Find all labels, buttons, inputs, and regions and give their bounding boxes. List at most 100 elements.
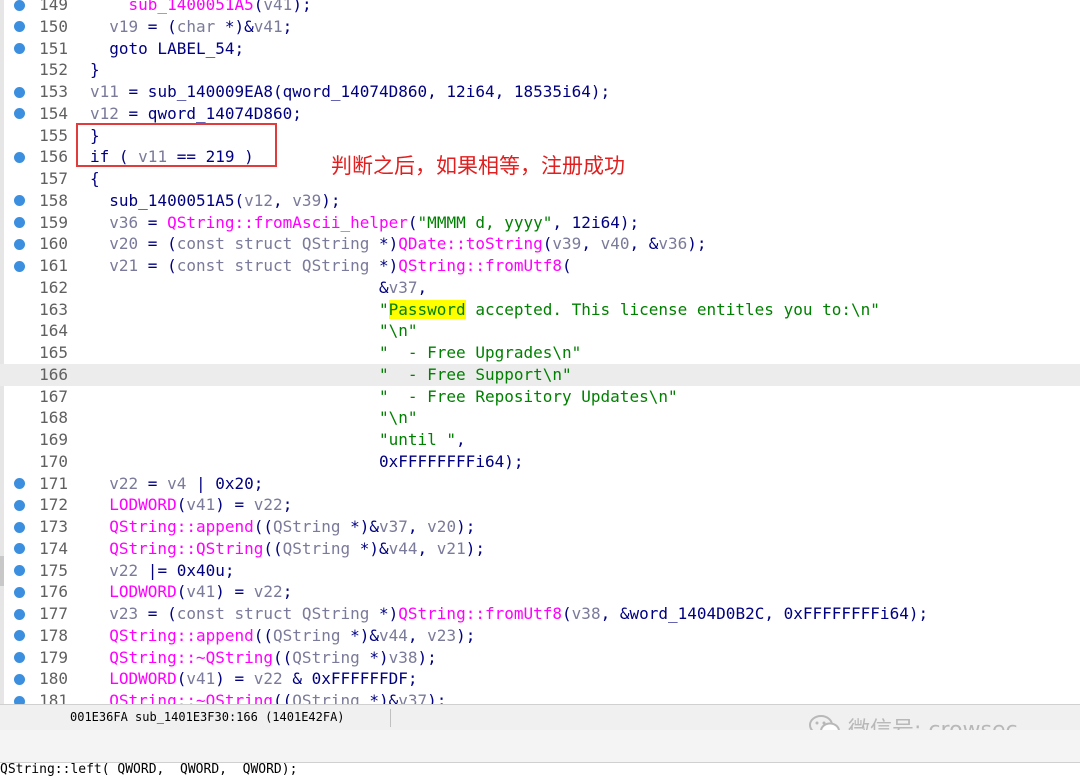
code-line[interactable]: 159 v36 = QString::fromAscii_helper("MMM… — [0, 212, 1080, 234]
code-line[interactable]: 168 "\n" — [0, 407, 1080, 429]
breakpoint-dot-icon[interactable] — [14, 43, 25, 54]
line-number: 155 — [39, 125, 68, 145]
line-number: 166 — [39, 364, 68, 384]
code-line[interactable]: 175 v22 |= 0x40u; — [0, 560, 1080, 582]
code-line[interactable]: 160 v20 = (const struct QString *)QDate:… — [0, 233, 1080, 255]
code-text: QString::~QString((QString *)v38); — [109, 647, 437, 667]
code-line[interactable]: 154 v12 = qword_14074D860; — [0, 103, 1080, 125]
line-number: 152 — [39, 60, 68, 80]
line-number: 174 — [39, 538, 68, 558]
code-text: QString::append((QString *)&v37, v20); — [109, 517, 476, 536]
code-line[interactable]: 181 QString::~QString((QString *)&v37); — [0, 690, 1080, 704]
breakpoint-dot-icon[interactable] — [14, 195, 25, 207]
code-text: v11 = sub_140009EA8(qword_14074D860, 12i… — [90, 82, 611, 101]
line-number: 154 — [39, 103, 68, 123]
line-number: 175 — [39, 560, 68, 580]
code-line[interactable]: 173 QString::append((QString *)&v37, v20… — [0, 516, 1080, 538]
breakpoint-dot-icon[interactable] — [14, 521, 25, 533]
code-text: goto LABEL_54; — [90, 38, 245, 58]
code-line[interactable]: 162 &v37, — [0, 277, 1080, 299]
breakpoint-dot-icon[interactable] — [14, 86, 25, 98]
code-text: "\n" — [378, 321, 418, 341]
breakpoint-dot-icon[interactable] — [14, 260, 25, 272]
line-number: 149 — [39, 0, 68, 14]
breakpoint-dot-icon[interactable] — [14, 108, 25, 120]
line-number: 165 — [39, 343, 68, 362]
breakpoint-dot-icon[interactable] — [14, 238, 25, 250]
breakpoint-dot-icon[interactable] — [14, 0, 25, 11]
line-number: 173 — [39, 517, 68, 536]
annotation-text: 判断之后，如果相等，注册成功 — [331, 154, 625, 178]
code-text: sub_1400051A5(v12, v39); — [90, 190, 341, 210]
breakpoint-dot-icon[interactable] — [14, 499, 25, 511]
code-line[interactable]: 169 "until ", — [0, 429, 1080, 451]
code-line[interactable]: 149 sub_1400051A5(v41); — [0, 0, 1080, 16]
breakpoint-dot-icon[interactable] — [14, 543, 25, 555]
code-line[interactable]: 165 " - Free Upgrades\n" — [0, 342, 1080, 364]
breakpoint-dot-icon[interactable] — [14, 217, 25, 228]
code-text: LODWORD(v41) = v22 & 0xFFFFFFDF; — [109, 669, 418, 689]
code-line[interactable]: 172 LODWORD(v41) = v22; — [0, 494, 1080, 516]
breakpoint-dot-icon[interactable] — [14, 151, 25, 163]
code-line[interactable]: 158 sub_1400051A5(v12, v39); — [0, 190, 1080, 212]
code-text: QString::QString((QString *)&v44, v21); — [109, 538, 485, 558]
code-text: "until ", — [378, 430, 466, 449]
code-line[interactable]: 153 v11 = sub_140009EA8(qword_14074D860, … — [0, 81, 1080, 103]
line-number: 162 — [39, 277, 68, 297]
code-line[interactable]: 180 LODWORD(v41) = v22 & 0xFFFFFFDF; — [0, 668, 1080, 690]
breakpoint-dot-icon[interactable] — [14, 21, 25, 33]
line-number: 172 — [39, 495, 68, 515]
code-text: " - Free Repository Updates\n" — [378, 386, 678, 406]
code-text: sub_1400051A5(v41); — [128, 0, 312, 14]
breakpoint-dot-icon[interactable] — [14, 673, 25, 685]
code-line[interactable]: 166 " - Free Support\n" — [0, 363, 1080, 386]
breakpoint-dot-icon[interactable] — [14, 695, 25, 704]
status-address: 001E36FA sub_1401E3F30:166 (1401E42FA) — [70, 710, 345, 724]
code-line[interactable]: 171 v22 = v4 | 0x20; — [0, 473, 1080, 495]
code-line[interactable]: 161 v21 = (const struct QString *)QStrin… — [0, 255, 1080, 277]
line-number: 157 — [39, 169, 68, 188]
code-line[interactable]: 164 "\n" — [0, 320, 1080, 342]
line-number: 170 — [39, 451, 68, 471]
code-line[interactable]: 152} — [0, 59, 1080, 81]
code-text: QString::~QString((QString *)&v37); — [109, 691, 447, 704]
code-line[interactable]: 177 v23 = (const struct QString *)QStrin… — [0, 603, 1080, 625]
line-number: 169 — [39, 430, 68, 449]
pseudocode-editor[interactable]: 149 sub_1400051A5(v41); 150 v19 = (char *… — [0, 0, 1080, 704]
status-separator — [390, 709, 391, 727]
output-window: QString::left( QWORD, QWORD, QWORD); — [0, 762, 1080, 777]
line-number: 171 — [39, 473, 68, 493]
code-line[interactable]: 170 0xFFFFFFFFi64); — [0, 451, 1080, 473]
code-line[interactable]: 179 QString::~QString((QString *)v38); — [0, 647, 1080, 669]
code-line[interactable]: 178 QString::append((QString *)&v44, v23… — [0, 625, 1080, 647]
code-text: v22 = v4 | 0x20; — [109, 473, 264, 493]
code-text: "\n" — [378, 408, 418, 428]
code-text: LODWORD(v41) = v22; — [109, 495, 293, 515]
line-number: 158 — [39, 190, 68, 210]
line-number: 167 — [39, 386, 68, 406]
code-text: " - Free Support\n" — [378, 364, 572, 384]
code-line[interactable]: 167 " - Free Repository Updates\n" — [0, 386, 1080, 408]
line-number: 161 — [39, 256, 68, 275]
breakpoint-dot-icon[interactable] — [14, 586, 25, 598]
code-text: v22 |= 0x40u; — [109, 560, 235, 580]
code-text: v19 = (char *)&v41; — [109, 16, 293, 36]
code-line[interactable]: 176 LODWORD(v41) = v22; — [0, 581, 1080, 603]
code-text: } — [90, 60, 100, 80]
breakpoint-dot-icon[interactable] — [14, 630, 25, 642]
code-text: v36 = QString::fromAscii_helper("MMMM d,… — [109, 212, 640, 232]
code-line[interactable]: 150 v19 = (char *)&v41; — [0, 16, 1080, 38]
code-text: v21 = (const struct QString *)QString::f… — [109, 256, 572, 275]
line-number: 150 — [39, 16, 68, 36]
breakpoint-dot-icon[interactable] — [14, 608, 25, 620]
breakpoint-dot-icon[interactable] — [14, 478, 25, 489]
line-number: 179 — [39, 647, 68, 667]
line-number: 177 — [39, 604, 68, 623]
code-line[interactable]: 151 goto LABEL_54; — [0, 38, 1080, 60]
code-line[interactable]: 163 "Password accepted. This license ent… — [0, 299, 1080, 321]
code-line[interactable]: 174 QString::QString((QString *)&v44, v2… — [0, 538, 1080, 560]
line-number: 160 — [39, 234, 68, 254]
breakpoint-dot-icon[interactable] — [14, 565, 25, 576]
breakpoint-dot-icon[interactable] — [14, 652, 25, 663]
line-number: 164 — [39, 321, 68, 341]
